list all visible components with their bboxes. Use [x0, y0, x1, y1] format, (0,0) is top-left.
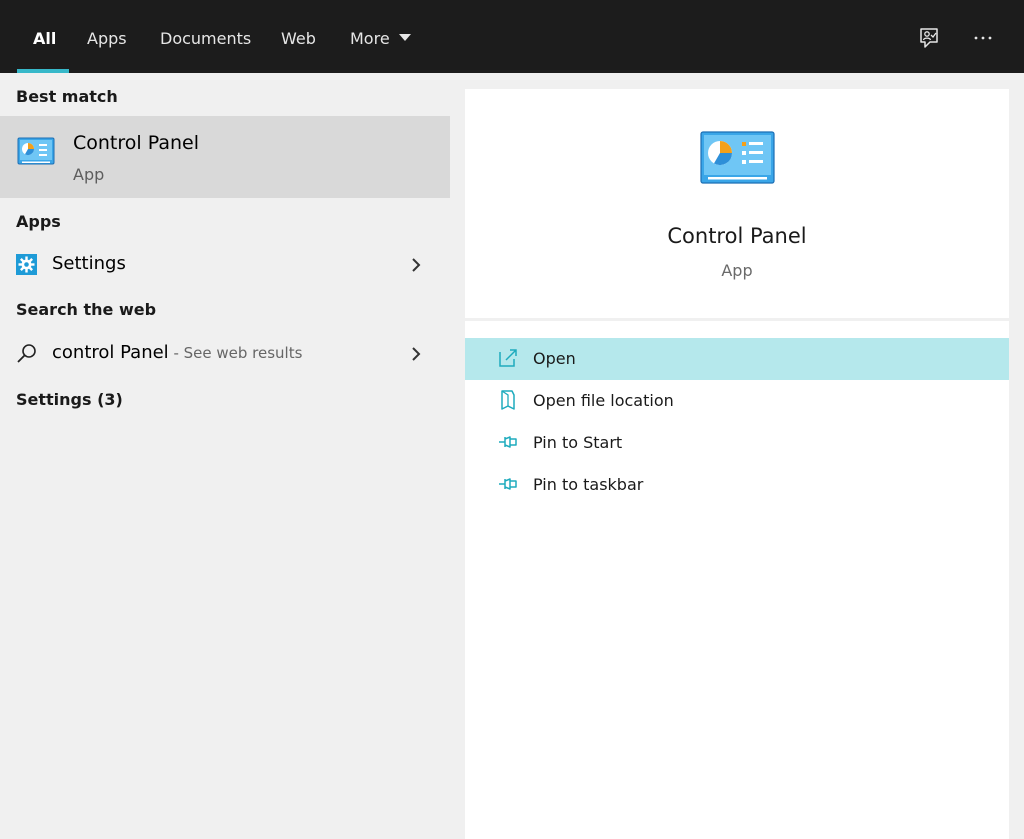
settings-header[interactable]: Settings (3) — [16, 390, 123, 409]
open-icon — [497, 347, 519, 369]
chevron-right-icon[interactable] — [409, 345, 423, 363]
chevron-down-icon — [398, 34, 411, 41]
tab-documents[interactable]: Documents — [160, 28, 251, 52]
feedback-icon[interactable] — [917, 26, 941, 50]
preview-app-name: Control Panel — [667, 224, 807, 248]
app-result-settings[interactable]: Settings — [0, 244, 450, 286]
action-pin-to-taskbar[interactable]: Pin to taskbar — [465, 464, 1009, 506]
preview-app-type: App — [721, 261, 753, 280]
app-actions-list: Open Open file location Pin to Start Pin… — [465, 321, 1009, 839]
control-panel-icon — [700, 131, 775, 185]
web-result-query: control Panel — [52, 342, 169, 363]
tab-all[interactable]: All — [33, 28, 56, 52]
tab-apps[interactable]: Apps — [87, 28, 127, 52]
best-match-subtitle: App — [73, 165, 105, 184]
app-preview-card: Control Panel App — [465, 89, 1009, 318]
app-result-label: Settings — [52, 253, 126, 274]
search-filter-bar: All Apps Documents Web More — [0, 0, 1024, 73]
tab-more[interactable]: More — [350, 28, 411, 52]
settings-gear-icon — [16, 254, 37, 275]
file-location-icon — [497, 389, 519, 411]
action-pin-to-start[interactable]: Pin to Start — [465, 422, 1009, 464]
chevron-right-icon[interactable] — [409, 256, 423, 274]
best-match-title: Control Panel — [73, 132, 199, 154]
web-result-hint: - See web results — [168, 344, 303, 362]
tab-web[interactable]: Web — [281, 28, 316, 52]
pin-icon — [497, 473, 519, 495]
action-label: Pin to taskbar — [533, 475, 644, 494]
search-results-pane: Best match Control Panel App Apps Settin… — [0, 73, 450, 839]
control-panel-icon — [17, 137, 55, 167]
search-icon — [16, 343, 38, 365]
web-result-label: control Panel - See web results — [52, 342, 302, 363]
action-open[interactable]: Open — [465, 338, 1009, 380]
apps-header: Apps — [16, 212, 61, 231]
web-result[interactable]: control Panel - See web results — [0, 333, 450, 375]
pin-icon — [497, 431, 519, 453]
more-options-icon[interactable] — [971, 26, 995, 50]
action-open-file-location[interactable]: Open file location — [465, 380, 1009, 422]
search-web-header: Search the web — [16, 300, 157, 319]
action-label: Pin to Start — [533, 433, 623, 452]
best-match-header: Best match — [16, 87, 118, 106]
action-label: Open — [533, 349, 576, 368]
action-label: Open file location — [533, 391, 674, 410]
best-match-result[interactable]: Control Panel App — [0, 116, 450, 198]
tab-more-label: More — [350, 29, 390, 48]
